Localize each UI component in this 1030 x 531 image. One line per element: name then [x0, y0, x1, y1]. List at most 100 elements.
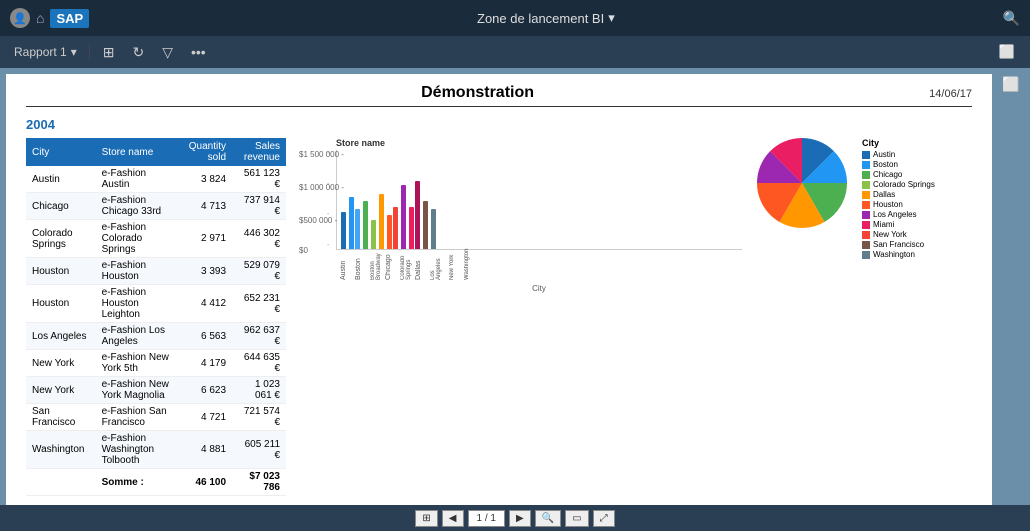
- table-cell: e-Fashion New York Magnolia: [96, 377, 179, 404]
- table-cell: Somme :: [96, 469, 179, 496]
- table-cell: Chicago: [26, 193, 96, 220]
- legend-2004: City Austin Boston Chicago Colorado Spri…: [862, 138, 972, 260]
- bar: [371, 220, 376, 249]
- bar: [363, 201, 368, 249]
- bar: [431, 209, 436, 249]
- rapport-arrow: ▾: [71, 45, 77, 59]
- legend-item: Miami: [862, 220, 972, 229]
- nav-title-text: Zone de lancement BI: [477, 11, 604, 26]
- bar-group-houston-2004: [387, 207, 398, 249]
- y-label-mid1: $1 000 000 -: [299, 183, 344, 192]
- table-cell: Houston: [26, 285, 96, 323]
- table-cell: 561 123 €: [232, 166, 286, 193]
- table-cell: 605 211 €: [232, 431, 286, 469]
- side-panel: ⬜: [998, 74, 1024, 525]
- table-cell: e-Fashion Chicago 33rd: [96, 193, 179, 220]
- prev-page-button[interactable]: ◀: [442, 510, 464, 527]
- search-icon[interactable]: 🔍: [1003, 10, 1020, 27]
- rapport-dropdown[interactable]: Rapport 1 ▾: [10, 43, 81, 61]
- table-cell: 4 721: [178, 404, 232, 431]
- table-cell: San Francisco: [26, 404, 96, 431]
- rapport-label: Rapport 1: [14, 45, 67, 59]
- bottom-pagination-bar: ⊞ ◀ 1 / 1 ▶ 🔍 ▭ ⤢: [0, 505, 1030, 531]
- x-labels-2004: Austin Boston Boston Broadway Chicago Co…: [336, 250, 742, 282]
- table-cell: Houston: [26, 258, 96, 285]
- bar: [379, 194, 384, 249]
- nav-logo-area: 👤 ⌂ SAP: [10, 8, 89, 28]
- user-avatar-icon[interactable]: 👤: [10, 8, 30, 28]
- nav-title[interactable]: Zone de lancement BI ▾: [101, 10, 990, 26]
- table-cell: e-Fashion Los Angeles: [96, 323, 179, 350]
- table-cell: 644 635 €: [232, 350, 286, 377]
- top-navigation: 👤 ⌂ SAP Zone de lancement BI ▾ 🔍: [0, 0, 1030, 36]
- table-cell: 6 623: [178, 377, 232, 404]
- table-cell: 2 971: [178, 220, 232, 258]
- toolbar: Rapport 1 ▾ ⊞ ↻ ▽ ••• ⬜: [0, 36, 1030, 68]
- legend-item: Austin: [862, 150, 972, 159]
- legend-item: Houston: [862, 200, 972, 209]
- table-cell: 4 412: [178, 285, 232, 323]
- legend-item: Colorado Springs: [862, 180, 972, 189]
- table-cell: 721 574 €: [232, 404, 286, 431]
- report-panel: Démonstration 14/06/17 2004 City Store n…: [6, 74, 992, 525]
- refresh-icon[interactable]: ↻: [127, 42, 149, 63]
- fit-icon[interactable]: ▭: [565, 510, 588, 527]
- nav-dropdown-arrow: ▾: [608, 10, 615, 26]
- year-heading-2004: 2004: [26, 117, 972, 132]
- bar: [423, 201, 428, 249]
- table-cell: Los Angeles: [26, 323, 96, 350]
- bar-group-wash-2004: [431, 209, 436, 249]
- table-cell: e-Fashion Austin: [96, 166, 179, 193]
- legend-item: Dallas: [862, 190, 972, 199]
- y-label-top: $1 500 000 -: [299, 150, 344, 159]
- report-title: Démonstration: [26, 84, 929, 102]
- app-container: 👤 ⌂ SAP Zone de lancement BI ▾ 🔍 Rapport…: [0, 0, 1030, 531]
- col-store: Store name: [96, 138, 179, 166]
- bar: [409, 207, 414, 249]
- more-icon[interactable]: •••: [186, 42, 211, 62]
- bar-group-sf-2004: [423, 201, 428, 249]
- table-cell: 446 302 €: [232, 220, 286, 258]
- bar: [387, 215, 392, 249]
- bar: [355, 209, 360, 249]
- table-cell: 529 079 €: [232, 258, 286, 285]
- fullscreen-icon[interactable]: ⤢: [593, 510, 615, 527]
- table-cell: 6 563: [178, 323, 232, 350]
- table-cell: 4 713: [178, 193, 232, 220]
- bar: [393, 207, 398, 249]
- y-label-mid2: $500 000 -: [299, 216, 337, 225]
- table-cell: 4 179: [178, 350, 232, 377]
- table-cell: 962 637 €: [232, 323, 286, 350]
- chart-title-store-2004: Store name: [336, 138, 742, 148]
- side-icon-1[interactable]: ⬜: [998, 76, 1024, 93]
- table-cell: 46 100: [178, 469, 232, 496]
- panel-toggle-icon[interactable]: ⬜: [994, 42, 1020, 62]
- main-area: Démonstration 14/06/17 2004 City Store n…: [0, 68, 1030, 531]
- y-label-bot: $0: [299, 246, 308, 255]
- zoom-icon[interactable]: 🔍: [535, 510, 561, 527]
- legend-item: San Francisco: [862, 240, 972, 249]
- filter-icon[interactable]: ▽: [157, 42, 178, 63]
- table-cell: Austin: [26, 166, 96, 193]
- report-date: 14/06/17: [929, 88, 972, 100]
- table-icon[interactable]: ⊞: [415, 510, 437, 527]
- col-qty: Quantity sold: [178, 138, 232, 166]
- sap-logo: SAP: [50, 9, 89, 28]
- data-table-2004: City Store name Quantity sold Sales reve…: [26, 138, 286, 496]
- legend-item: Boston: [862, 160, 972, 169]
- bar-group-boston-2004: [349, 197, 360, 249]
- table-cell: Washington: [26, 431, 96, 469]
- next-page-button[interactable]: ▶: [509, 510, 531, 527]
- table-cell: 737 914 €: [232, 193, 286, 220]
- bar: [401, 185, 406, 249]
- home-icon[interactable]: ⌂: [36, 10, 44, 26]
- page-info: 1 / 1: [468, 510, 505, 527]
- report-header: Démonstration 14/06/17: [26, 84, 972, 107]
- bar-group-chicago-2004: [363, 201, 368, 249]
- display-icon[interactable]: ⊞: [98, 42, 120, 63]
- table-cell: [26, 469, 96, 496]
- table-cell: e-Fashion New York 5th: [96, 350, 179, 377]
- table-cell: e-Fashion Colorado Springs: [96, 220, 179, 258]
- legend-item: Los Angeles: [862, 210, 972, 219]
- col-rev: Sales revenue: [232, 138, 286, 166]
